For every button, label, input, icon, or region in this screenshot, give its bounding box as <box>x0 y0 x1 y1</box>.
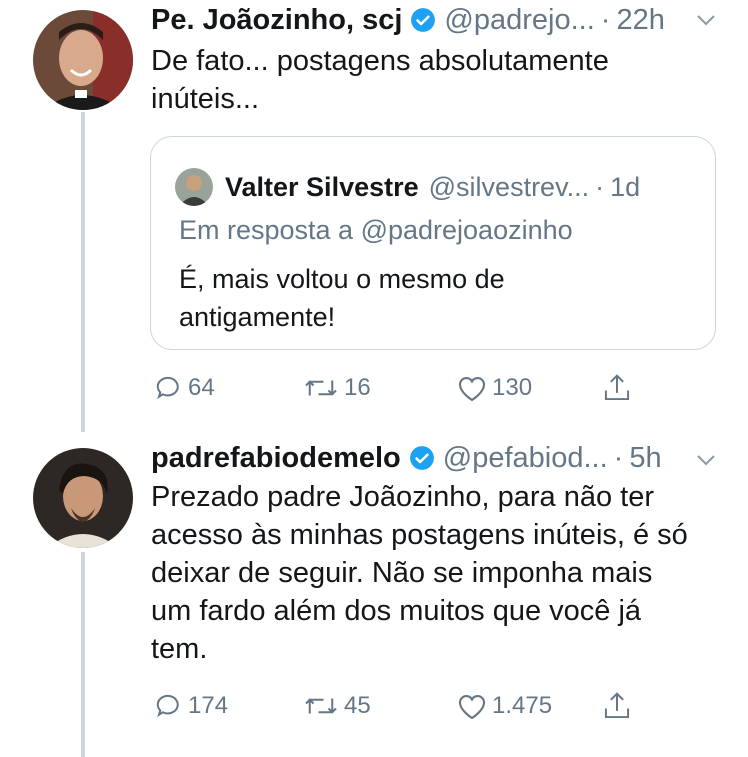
like-icon <box>456 373 488 403</box>
chevron-down-icon[interactable] <box>696 13 716 27</box>
tweet-text-line: um fardo além dos muitos que você já <box>151 595 642 627</box>
share-icon <box>602 372 632 404</box>
chevron-down-icon[interactable] <box>696 453 716 467</box>
separator: · <box>613 441 624 474</box>
quoted-display-name: Valter Silvestre <box>225 171 419 202</box>
reply-context: Em resposta a @padrejoaozinho <box>179 215 573 245</box>
quoted-tweet[interactable]: Valter Silvestre @silvestrev... · 1d Em … <box>150 136 716 350</box>
quoted-timestamp: 1d <box>610 171 641 202</box>
handle[interactable]: @pefabiod... <box>443 442 608 475</box>
share-button[interactable] <box>598 688 632 724</box>
reply-count: 64 <box>188 374 215 401</box>
timestamp[interactable]: 22h <box>616 4 664 37</box>
reply-icon <box>154 373 184 403</box>
reply-button[interactable]: 174 <box>150 688 228 724</box>
quoted-text-line: É, mais voltou o mesmo de <box>179 264 505 294</box>
avatar[interactable] <box>33 448 133 548</box>
like-count: 130 <box>492 374 533 401</box>
tweet-actions: 64 16 130 <box>150 370 650 406</box>
reply-button[interactable]: 64 <box>150 370 215 406</box>
retweet-icon <box>302 691 340 721</box>
handle[interactable]: @padrejo... <box>444 4 594 37</box>
like-button[interactable]: 130 <box>452 370 532 406</box>
tweet-text-line: inúteis... <box>151 83 259 115</box>
retweet-icon <box>302 373 340 403</box>
tweet-text-line: De fato... postagens absolutamente <box>151 45 609 77</box>
avatar[interactable] <box>33 10 133 110</box>
share-button[interactable] <box>598 370 632 406</box>
quoted-text: É, mais voltou o mesmo de antigamente! <box>179 260 699 336</box>
tweet-text-line: tem. <box>151 633 208 665</box>
tweet-text-line: acesso às minhas postagens inúteis, é só <box>151 519 688 551</box>
like-count: 1.475 <box>492 692 553 719</box>
retweet-count: 45 <box>344 692 371 719</box>
tweet-actions: 174 45 1.475 <box>150 688 650 724</box>
quoted-handle: @silvestrev... <box>428 171 590 202</box>
tweet-text-line: Prezado padre Joãozinho, para não ter <box>151 481 655 513</box>
share-icon <box>602 690 632 722</box>
display-name[interactable]: Pe. Joãozinho, scj <box>151 4 402 37</box>
quoted-text-line: antigamente! <box>179 302 336 332</box>
quoted-header: Valter Silvestre @silvestrev... · 1d <box>175 168 641 206</box>
timestamp[interactable]: 5h <box>629 442 661 475</box>
retweet-button[interactable]: 16 <box>298 370 371 406</box>
verified-icon <box>410 7 436 33</box>
quoted-avatar <box>175 168 213 206</box>
tweet-header: padrefabiodemelo @pefabiod... · 5h <box>151 438 662 478</box>
tweet-text: De fato... postagens absolutamente inúte… <box>151 42 711 118</box>
retweet-button[interactable]: 45 <box>298 688 371 724</box>
reply-count: 174 <box>188 692 229 719</box>
reply-icon <box>154 691 184 721</box>
thread-line <box>81 112 85 432</box>
retweet-count: 16 <box>344 374 371 401</box>
like-icon <box>456 691 488 721</box>
like-button[interactable]: 1.475 <box>452 688 552 724</box>
thread-line <box>81 552 85 757</box>
separator: · <box>595 171 605 202</box>
display-name[interactable]: padrefabiodemelo <box>151 442 401 475</box>
verified-icon <box>409 445 435 471</box>
tweet-text-line: deixar de seguir. Não se imponha mais <box>151 557 653 589</box>
separator: · <box>600 3 611 36</box>
tweet-text: Prezado padre Joãozinho, para não ter ac… <box>151 478 731 668</box>
tweet-header: Pe. Joãozinho, scj @padrejo... · 22h <box>151 0 665 40</box>
